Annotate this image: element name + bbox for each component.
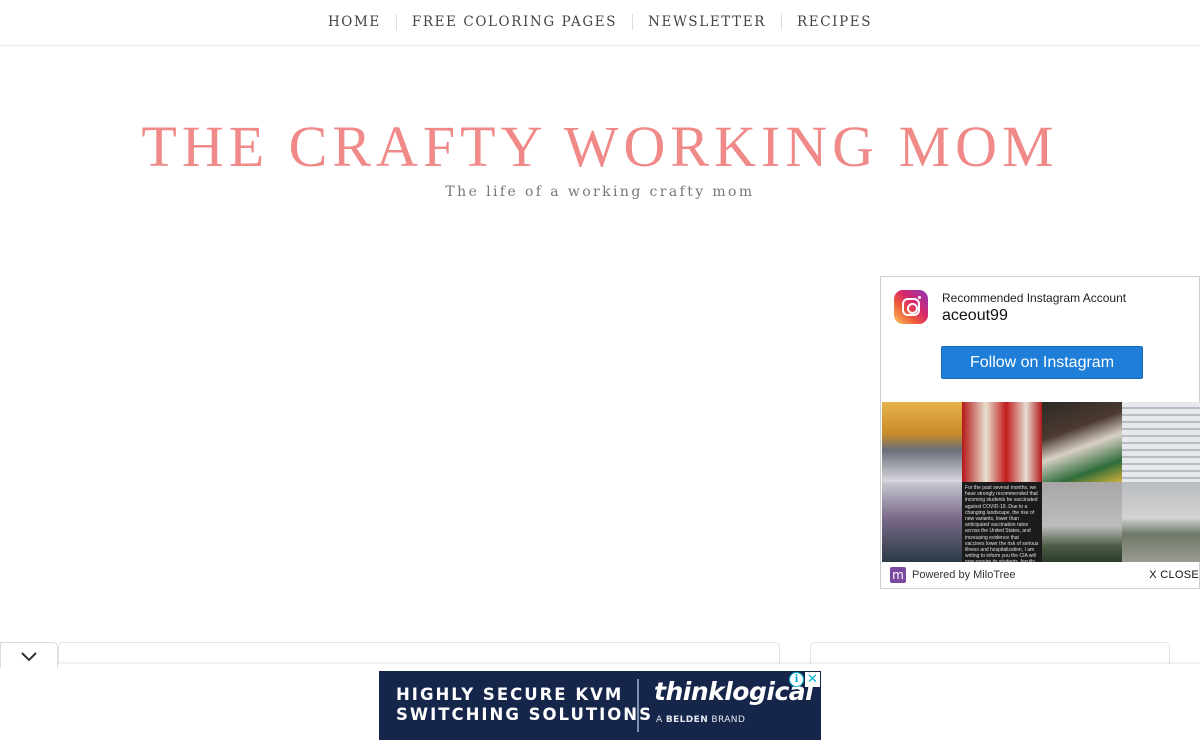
- instagram-widget-footer: m Powered by MiloTree X CLOSE: [881, 565, 1199, 587]
- instagram-post-thumbnail[interactable]: [1042, 482, 1122, 562]
- top-navigation: HOME FREE COLORING PAGES NEWSLETTER RECI…: [0, 0, 1200, 46]
- ad-sub-suffix: BRAND: [711, 715, 746, 725]
- ad-sub-brand: BELDEN: [665, 715, 709, 725]
- instagram-post-thumbnail[interactable]: For the past several months, we have str…: [962, 482, 1042, 562]
- instagram-widget: Recommended Instagram Account aceout99 F…: [880, 276, 1200, 589]
- ad-info-icon[interactable]: i: [789, 672, 804, 687]
- nav-link-recipes[interactable]: RECIPES: [797, 14, 872, 30]
- collapse-ad-button[interactable]: [0, 642, 58, 668]
- instagram-post-thumbnail[interactable]: [1122, 402, 1200, 482]
- close-widget-button[interactable]: X CLOSE: [1149, 569, 1199, 581]
- site-title[interactable]: THE CRAFTY WORKING MOM: [0, 118, 1200, 176]
- follow-on-instagram-button[interactable]: Follow on Instagram: [941, 346, 1143, 379]
- recommended-account-label: Recommended Instagram Account: [942, 291, 1127, 305]
- instagram-post-thumbnail[interactable]: [1042, 402, 1122, 482]
- ad-sub-prefix: A: [656, 715, 663, 725]
- instagram-post-thumbnail[interactable]: [882, 482, 962, 562]
- ad-headline-line-1: HIGHLY SECURE KVM: [396, 685, 624, 704]
- nav-item-newsletter: NEWSLETTER: [617, 14, 766, 30]
- nav-link-free-coloring-pages[interactable]: FREE COLORING PAGES: [412, 14, 617, 30]
- ad-banner[interactable]: HIGHLY SECURE KVM SWITCHING SOLUTIONS th…: [379, 671, 821, 740]
- ad-headline-line-2: SWITCHING SOLUTIONS: [396, 705, 653, 724]
- instagram-post-thumbnail[interactable]: [882, 402, 962, 482]
- milotree-icon: m: [890, 567, 906, 583]
- ad-brand-subline: A BELDEN BRAND: [656, 715, 745, 725]
- ad-divider: [637, 679, 639, 732]
- nav-menu: HOME FREE COLORING PAGES NEWSLETTER RECI…: [0, 0, 1200, 44]
- nav-item-free-coloring-pages: FREE COLORING PAGES: [381, 14, 617, 30]
- powered-by-label[interactable]: Powered by MiloTree: [912, 569, 1016, 581]
- instagram-photo-grid: For the past several months, we have str…: [882, 402, 1200, 562]
- chevron-down-icon: [21, 652, 37, 662]
- nav-link-home[interactable]: HOME: [328, 14, 381, 30]
- instagram-post-thumbnail[interactable]: [962, 402, 1042, 482]
- nav-link-newsletter[interactable]: NEWSLETTER: [648, 14, 766, 30]
- ad-close-icon[interactable]: ✕: [805, 672, 820, 687]
- instagram-post-text: For the past several months, we have str…: [965, 485, 1039, 562]
- instagram-post-thumbnail[interactable]: [1122, 482, 1200, 562]
- nav-item-recipes: RECIPES: [766, 14, 872, 30]
- instagram-account-name[interactable]: aceout99: [942, 307, 1008, 325]
- site-tagline: The life of a working crafty mom: [445, 184, 755, 200]
- instagram-icon: [894, 290, 928, 324]
- nav-item-home: HOME: [328, 14, 381, 30]
